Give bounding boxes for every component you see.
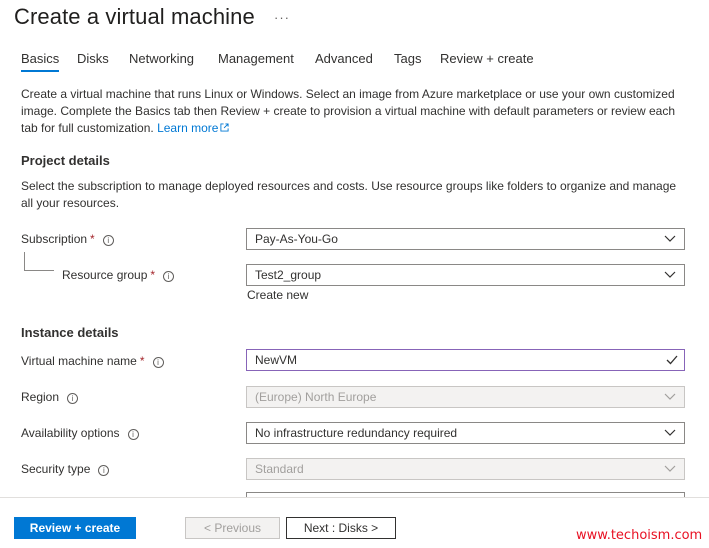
- info-icon[interactable]: i: [102, 235, 114, 246]
- review-create-button[interactable]: Review + create: [14, 517, 136, 539]
- create-new-link[interactable]: Create new: [247, 287, 308, 303]
- tab-tags[interactable]: Tags: [394, 50, 421, 68]
- intro-text: Create a virtual machine that runs Linux…: [21, 86, 686, 137]
- required-marker: *: [150, 268, 156, 282]
- tree-connector: [24, 252, 54, 271]
- required-marker: *: [139, 354, 145, 368]
- chevron-down-icon: [664, 465, 676, 472]
- info-icon[interactable]: i: [98, 465, 110, 476]
- subscription-select[interactable]: Pay-As-You-Go: [246, 228, 685, 250]
- info-icon[interactable]: i: [163, 271, 175, 282]
- tab-bar: Basics Disks Networking Management Advan…: [21, 50, 581, 74]
- tab-review-create[interactable]: Review + create: [440, 50, 534, 68]
- vm-name-value: NewVM: [255, 353, 298, 367]
- previous-button[interactable]: < Previous: [185, 517, 280, 539]
- info-icon[interactable]: i: [67, 393, 79, 404]
- tab-management[interactable]: Management: [218, 50, 294, 68]
- watermark: www.techoism.com: [576, 528, 703, 543]
- intro-description: Create a virtual machine that runs Linux…: [21, 87, 675, 135]
- vm-name-label: Virtual machine name * i: [21, 353, 164, 369]
- subscription-label: Subscription * i: [21, 231, 114, 247]
- vm-name-input[interactable]: NewVM: [246, 349, 685, 371]
- region-select[interactable]: (Europe) North Europe: [246, 386, 685, 408]
- external-link-icon: [220, 123, 230, 132]
- tab-networking[interactable]: Networking: [129, 50, 194, 68]
- chevron-down-icon: [664, 429, 676, 436]
- learn-more-label: Learn more: [157, 121, 219, 135]
- checkmark-icon: [666, 355, 678, 365]
- tab-basics[interactable]: Basics: [21, 50, 60, 72]
- region-value: (Europe) North Europe: [255, 390, 377, 404]
- learn-more-link[interactable]: Learn more: [157, 121, 230, 135]
- security-type-label: Security type i: [21, 461, 110, 477]
- resource-group-label: Resource group * i: [62, 267, 175, 283]
- next-disks-button[interactable]: Next : Disks >: [286, 517, 396, 539]
- page-title: Create a virtual machine: [14, 4, 255, 29]
- security-type-label-text: Security type: [21, 462, 91, 476]
- chevron-down-icon: [664, 271, 676, 278]
- region-label-text: Region: [21, 390, 60, 404]
- vm-name-label-text: Virtual machine name: [21, 354, 137, 368]
- availability-select[interactable]: No infrastructure redundancy required: [246, 422, 685, 444]
- resource-group-value: Test2_group: [255, 268, 322, 282]
- resource-group-label-text: Resource group: [62, 268, 148, 282]
- project-details-title: Project details: [21, 153, 110, 168]
- chevron-down-icon: [664, 235, 676, 242]
- availability-label-text: Availability options: [21, 426, 120, 440]
- security-type-value: Standard: [255, 462, 304, 476]
- footer-bar: Review + create < Previous Next : Disks …: [0, 497, 709, 548]
- tab-advanced[interactable]: Advanced: [315, 50, 373, 68]
- availability-label: Availability options i: [21, 425, 139, 441]
- region-label: Region i: [21, 389, 79, 405]
- availability-value: No infrastructure redundancy required: [255, 426, 458, 440]
- chevron-down-icon: [664, 393, 676, 400]
- security-type-select[interactable]: Standard: [246, 458, 685, 480]
- info-icon[interactable]: i: [152, 357, 164, 368]
- instance-details-title: Instance details: [21, 325, 119, 340]
- project-details-description: Select the subscription to manage deploy…: [21, 179, 677, 210]
- more-options-icon[interactable]: ···: [274, 10, 290, 25]
- resource-group-select[interactable]: Test2_group: [246, 264, 685, 286]
- info-icon[interactable]: i: [127, 429, 139, 440]
- subscription-value: Pay-As-You-Go: [255, 232, 338, 246]
- tab-disks[interactable]: Disks: [77, 50, 109, 68]
- required-marker: *: [90, 232, 95, 246]
- subscription-label-text: Subscription: [21, 232, 88, 246]
